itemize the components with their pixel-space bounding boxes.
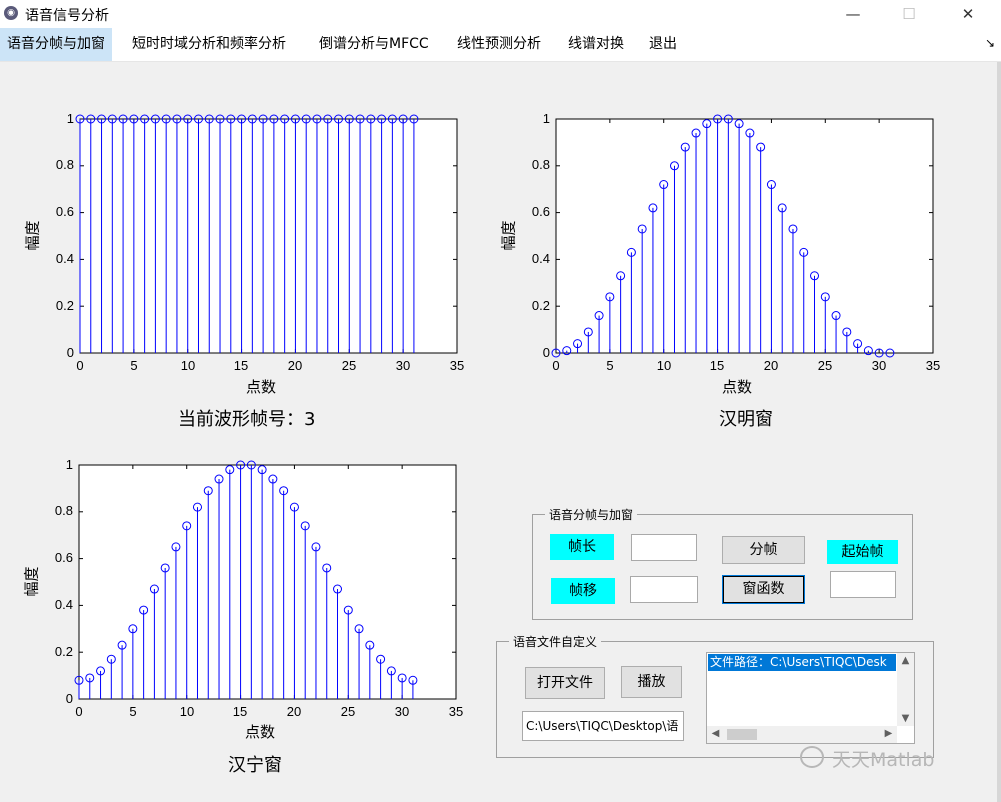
scroll-right-icon[interactable]: ▶ [880,728,897,739]
list-vertical-scrollbar[interactable]: ▲ ▼ [897,653,914,726]
hanning-caption: 汉宁窗 [228,755,282,776]
x-tick-label: 0 [552,358,560,373]
x-tick-label: 0 [76,358,84,373]
menu-item-exit[interactable]: 退出 [642,28,684,61]
menu-item-time-freq[interactable]: 短时时域分析和频率分析 [125,28,293,61]
list-item[interactable]: 文件路径：C:\Users\TIQC\Desk [708,654,896,671]
y-tick-label: 0.4 [531,251,550,266]
frame-shift-label: 帧移 [551,578,615,604]
y-tick-label: 0.4 [54,597,73,612]
y-tick-label: 0.2 [531,298,550,313]
y-tick-label: 0.6 [531,204,550,219]
menu-item-lpc[interactable]: 线性预测分析 [450,28,548,61]
scroll-thumb[interactable] [727,729,757,740]
rectangular-window-plot [75,114,458,354]
title-bar: ◉ 语音信号分析 — ☐ ✕ [0,0,1001,28]
rectangular-window-chart [75,114,458,354]
y-tick-label: 0.8 [54,503,73,518]
y-tick-label: 0.6 [54,550,73,565]
x-tick-label: 5 [606,358,614,373]
y-tick-label: 0.2 [54,644,73,659]
y-tick-label: 1 [66,111,74,126]
y-tick-label: 1 [65,457,73,472]
menu-bar: 语音分帧与加窗 短时时域分析和频率分析 倒谱分析与MFCC 线性预测分析 线谱对… [0,28,1001,62]
y-tick-label: 0.2 [55,298,74,313]
frame-shift-input[interactable] [630,576,698,603]
x-tick-label: 15 [233,358,249,373]
y-tick-label: 0.8 [531,157,550,172]
window-edge [997,62,1001,802]
x-tick-label: 10 [179,704,195,719]
minimize-button[interactable]: — [830,0,876,28]
y-axis-label: 幅度 [499,220,518,251]
x-tick-label: 35 [925,358,941,373]
hanning-window-chart [74,460,457,700]
scroll-left-icon[interactable]: ◀ [707,728,724,739]
x-axis-label: 点数 [722,378,753,396]
x-axis-label: 点数 [246,378,277,396]
frame-length-label: 帧长 [550,534,614,560]
play-button[interactable]: 播放 [621,666,682,698]
menu-item-framing[interactable]: 语音分帧与加窗 [0,28,112,61]
file-panel-title: 语音文件自定义 [509,633,602,650]
menu-item-cepstrum[interactable]: 倒谱分析与MFCC [312,28,436,61]
x-tick-label: 25 [817,358,833,373]
x-tick-label: 15 [232,704,248,719]
watermark-text: 天天Matlab [832,749,935,771]
y-tick-label: 0.4 [55,251,74,266]
x-tick-label: 35 [448,704,464,719]
window-function-button[interactable]: 窗函数 [722,575,805,604]
x-tick-label: 30 [395,358,411,373]
wechat-logo-icon [800,746,824,768]
plot-area [555,118,934,354]
x-tick-label: 0 [75,704,83,719]
frame-number-caption: 当前波形帧号：3 [178,409,316,430]
plot-area [79,118,458,354]
menu-overflow-icon[interactable]: ↘ [985,36,995,50]
list-horizontal-scrollbar[interactable]: ◀ ▶ [707,726,897,743]
scroll-up-icon[interactable]: ▲ [897,655,914,666]
matlab-app-icon: ◉ [4,6,18,20]
frame-length-input[interactable] [631,534,697,561]
x-axis-label: 点数 [245,723,276,741]
x-tick-label: 20 [286,704,302,719]
close-button[interactable]: ✕ [945,0,991,28]
y-axis-label: 幅度 [23,220,42,251]
plot-area [78,464,457,700]
y-tick-label: 1 [542,111,550,126]
x-tick-label: 5 [129,704,137,719]
x-tick-label: 5 [130,358,138,373]
y-axis-label: 幅度 [22,566,41,597]
file-list[interactable]: 文件路径：C:\Users\TIQC\Desk ▲ ▼ ◀ ▶ [706,652,915,744]
start-frame-input[interactable] [830,571,896,598]
x-tick-label: 10 [180,358,196,373]
scroll-down-icon[interactable]: ▼ [897,713,914,724]
hamming-caption: 汉明窗 [719,409,773,430]
open-file-button[interactable]: 打开文件 [525,667,605,699]
hamming-window-plot [551,114,934,358]
maximize-button[interactable]: ☐ [886,0,932,28]
hanning-window-plot [74,460,457,700]
menu-item-lsp[interactable]: 线谱对换 [561,28,631,61]
hamming-window-chart [551,114,934,358]
x-tick-label: 25 [340,704,356,719]
x-tick-label: 25 [341,358,357,373]
x-tick-label: 30 [394,704,410,719]
split-frame-button[interactable]: 分帧 [722,536,805,564]
framing-panel-title: 语音分帧与加窗 [545,506,638,523]
y-tick-label: 0.8 [55,157,74,172]
x-tick-label: 30 [871,358,887,373]
window-title: 语音信号分析 [25,8,109,24]
framing-panel: 语音分帧与加窗 [532,506,913,620]
y-tick-label: 0.6 [55,204,74,219]
x-tick-label: 35 [449,358,465,373]
start-frame-label: 起始帧 [827,540,898,564]
x-tick-label: 20 [287,358,303,373]
x-tick-label: 15 [709,358,725,373]
x-tick-label: 20 [763,358,779,373]
x-tick-label: 10 [656,358,672,373]
file-path-input[interactable]: C:\Users\TIQC\Desktop\语 [522,711,684,741]
